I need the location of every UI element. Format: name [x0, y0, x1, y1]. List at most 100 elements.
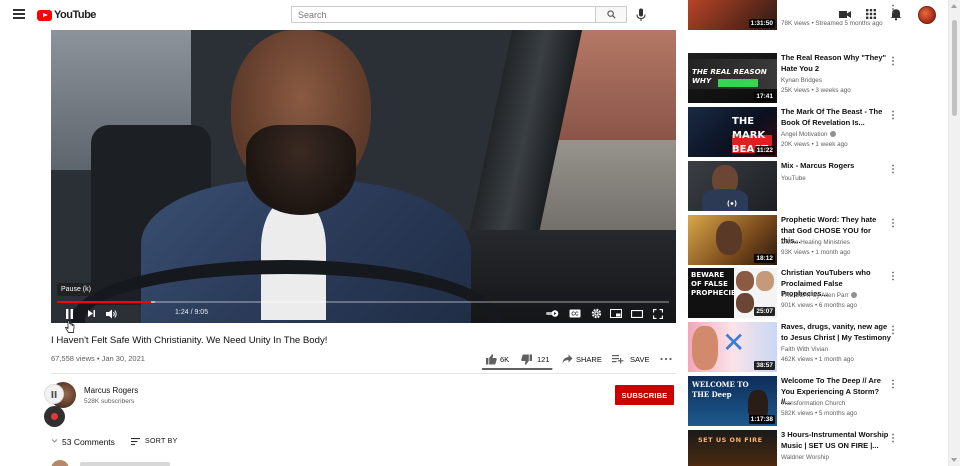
record-button[interactable]: [44, 406, 65, 427]
recommendation-item[interactable]: 1:31:50 78K views • Streamed 5 months ag…: [688, 0, 943, 30]
subscribe-button[interactable]: SUBSCRIBE: [615, 385, 674, 405]
mouse-cursor-icon: [65, 320, 75, 333]
recommendation-thumbnail: 18:12: [688, 215, 777, 265]
recommendation-item[interactable]: BEWARE OF FALSE PROPHECIES! 25:07 Christ…: [688, 268, 943, 318]
recommendation-item[interactable]: Mix - Marcus Rogers YouTube: [688, 161, 943, 211]
pause-button[interactable]: [63, 307, 75, 320]
recommendation-item[interactable]: THE MARK BEAST 11:22 The Mark Of The Bea…: [688, 107, 943, 157]
youtube-logo[interactable]: YouTube: [37, 7, 96, 23]
verified-icon: [829, 131, 836, 137]
recommendation-item[interactable]: THE REAL REASON WHY 17:41 The Real Reaso…: [688, 53, 943, 103]
share-arrow-icon: [562, 354, 573, 364]
more-vertical-icon[interactable]: [891, 56, 895, 66]
logo-text: YouTube: [54, 9, 96, 21]
recommendation-thumbnail: THE REAL REASON WHY 17:41: [688, 53, 777, 103]
scrollbar-thumb[interactable]: [952, 20, 957, 116]
more-vertical-icon[interactable]: [891, 271, 895, 281]
svg-text:CC: CC: [571, 312, 579, 318]
closed-captions-icon: CC: [569, 309, 581, 318]
volume-icon: [106, 309, 117, 318]
video-duration: 1:31:50: [748, 19, 775, 28]
more-actions-button[interactable]: [660, 353, 675, 365]
progress-bar[interactable]: [57, 301, 669, 303]
gear-icon: [591, 308, 601, 319]
thumbs-up-icon: [486, 353, 497, 364]
recommendation-meta: 462K views • 1 month ago: [781, 356, 854, 363]
recommendation-item[interactable]: SET US ON FIRE 3 Hours-Instrumental Wors…: [688, 430, 943, 466]
recommendation-title: Mix - Marcus Rogers: [781, 161, 855, 170]
fullscreen-button[interactable]: [651, 307, 665, 320]
video-views-date: 67,558 views • Jan 30, 2021: [51, 354, 145, 363]
miniplayer-button[interactable]: [609, 307, 623, 320]
more-vertical-icon[interactable]: [891, 164, 895, 174]
recommendation-thumbnail: SET US ON FIRE: [688, 430, 777, 466]
recommendation-item[interactable]: 18:12 Prophetic Word: They hate that God…: [688, 215, 943, 265]
search-icon: [606, 10, 616, 19]
comment-input-placeholder[interactable]: [80, 462, 170, 466]
more-vertical-icon[interactable]: [891, 218, 895, 228]
recommendation-item[interactable]: WELCOME TO THE Deep 1:17:38 Welcome To T…: [688, 376, 943, 426]
autoplay-toggle[interactable]: [545, 307, 561, 320]
recommendation-meta: 78K views • Streamed 5 months ago: [781, 20, 883, 27]
avatar-pause-chip[interactable]: [44, 384, 64, 404]
video-duration: 38:57: [754, 361, 775, 370]
pause-icon: [65, 308, 73, 319]
theater-mode-button[interactable]: [630, 307, 644, 320]
thumbnail-text: WELCOME TO THE Deep: [692, 380, 749, 399]
scroll-down-arrow-icon[interactable]: [951, 458, 957, 462]
video-duration: 17:41: [754, 92, 775, 101]
dislike-button[interactable]: 121: [521, 353, 550, 365]
video-duration: 18:12: [754, 254, 775, 263]
like-count: 6K: [500, 354, 510, 364]
video-duration: 1:17:38: [748, 415, 775, 424]
recommendation-channel: YouTube: [781, 175, 806, 182]
sort-icon: [131, 438, 140, 445]
more-vertical-icon[interactable]: [891, 110, 895, 120]
recommendation-thumbnail: THE MARK BEAST 11:22: [688, 107, 777, 157]
more-vertical-icon[interactable]: [891, 433, 895, 443]
settings-button[interactable]: [589, 307, 603, 320]
volume-button[interactable]: [105, 307, 119, 320]
subtitles-button[interactable]: CC: [568, 307, 582, 320]
share-button[interactable]: SHARE: [562, 353, 602, 365]
more-vertical-icon[interactable]: [891, 4, 895, 14]
recommendation-channel: Angel Motivation: [781, 131, 891, 138]
recommendation-thumbnail: 1:31:50: [688, 0, 777, 30]
thumbnail-art: [718, 79, 758, 87]
recommendation-title: Raves, drugs, vanity, new age to Jesus C…: [781, 322, 891, 342]
player-controls: 1:24 / 9:05 CC: [51, 304, 676, 323]
channel-avatar[interactable]: [44, 382, 76, 408]
search-button[interactable]: [595, 6, 627, 23]
scroll-up-arrow-icon[interactable]: [951, 4, 957, 8]
thumbnail-art: [716, 221, 742, 255]
autoplay-toggle-icon: [546, 310, 559, 317]
recommendation-meta: 20K views • 1 week ago: [781, 141, 848, 148]
video-frame-beard: [246, 125, 356, 215]
video-title: I Haven't Felt Safe With Christianity. W…: [51, 335, 328, 346]
recommendation-thumbnail: WELCOME TO THE Deep 1:17:38: [688, 376, 777, 426]
more-vertical-icon[interactable]: [891, 325, 895, 335]
like-dislike-ratio-bar: [482, 368, 553, 370]
like-button[interactable]: 6K: [486, 353, 509, 365]
recommendation-thumbnail: [688, 161, 777, 211]
chevron-down-icon[interactable]: [51, 437, 58, 444]
video-player[interactable]: [51, 30, 676, 323]
progress-played: [57, 301, 152, 303]
more-vertical-icon[interactable]: [891, 379, 895, 389]
recommendation-channel: Transformation Church: [781, 400, 846, 407]
next-button[interactable]: [85, 307, 97, 320]
save-button[interactable]: SAVE: [612, 353, 649, 365]
sort-by-button[interactable]: SORT BY: [131, 436, 178, 447]
search-input[interactable]: [291, 6, 595, 23]
pause-tooltip: Pause (k): [57, 283, 95, 296]
recommendation-channel: THE BEAT by Allen Parr: [781, 292, 891, 299]
recommendation-item[interactable]: ✕ 38:57 Raves, drugs, vanity, new age to…: [688, 322, 943, 372]
menu-icon[interactable]: [13, 9, 25, 19]
thumbnail-art: [756, 271, 774, 291]
channel-subscribers: 528K subscribers: [84, 398, 135, 405]
verified-icon: [850, 292, 857, 298]
skip-next-icon: [87, 310, 95, 317]
mic-icon[interactable]: [636, 8, 646, 22]
theater-mode-icon: [631, 309, 643, 318]
channel-name[interactable]: Marcus Rogers: [84, 386, 138, 395]
